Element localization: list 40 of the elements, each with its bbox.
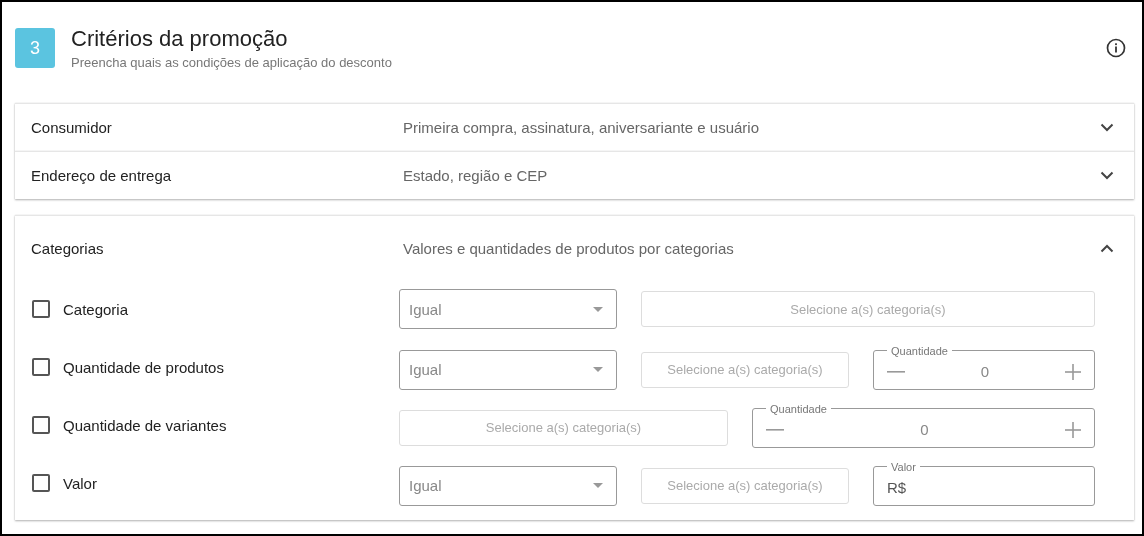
quantity-stepper[interactable]: Quantidade 0 <box>873 344 1095 390</box>
criterion-label: Valor <box>63 474 97 492</box>
quantity-value: 0 <box>979 363 991 380</box>
criterion-label: Categoria <box>63 300 129 318</box>
checkbox[interactable] <box>32 300 50 318</box>
panel-title[interactable]: Consumidor <box>31 119 403 136</box>
category-button[interactable]: Selecione a(s) categoria(s) <box>641 351 849 388</box>
quantity-stepper[interactable]: Quantidade 0 <box>752 402 1095 448</box>
category-button[interactable]: Selecione a(s) categoria(s) <box>641 291 1095 327</box>
caret-icon <box>593 367 603 372</box>
field-label: Quantidade <box>890 344 949 357</box>
currency-prefix: R$ <box>887 479 907 496</box>
panel-summary: Estado, região e CEP <box>403 167 549 184</box>
operator-select[interactable]: Igual <box>399 289 617 329</box>
panel-summary: Valores e quantidades de produtos por categorias <box>403 239 735 257</box>
caret-icon <box>593 483 603 488</box>
section-title: Critérios da promoção <box>71 26 289 52</box>
value-field[interactable]: Valor R$ <box>873 460 1095 506</box>
step-badge: 3 <box>15 28 55 68</box>
checkbox[interactable] <box>32 474 50 492</box>
checkbox[interactable] <box>32 358 50 376</box>
chevron-icon[interactable] <box>1100 171 1114 180</box>
panel-title[interactable]: Endereço de entrega <box>31 167 403 184</box>
caret-icon <box>593 306 603 312</box>
section-subtitle: Preencha quais as condições de aplicação do desconto <box>71 55 393 70</box>
chevron-icon[interactable] <box>1100 123 1114 132</box>
chevron-icon[interactable] <box>1100 243 1114 253</box>
field-label: Quantidade <box>769 402 828 415</box>
category-button[interactable]: Selecione a(s) categoria(s) <box>641 467 849 504</box>
info-icon[interactable] <box>1106 38 1126 58</box>
category-button[interactable]: Selecione a(s) categoria(s) <box>399 409 728 446</box>
operator-select[interactable]: Igual <box>399 349 617 390</box>
panel-summary: Primeira compra, assinatura, aniversariante e usuário <box>403 119 760 136</box>
operator-select[interactable]: Igual <box>399 465 617 506</box>
criterion-label: Quantidade de variantes <box>63 416 227 434</box>
checkbox[interactable] <box>32 416 50 434</box>
quantity-value: 0 <box>919 421 930 438</box>
field-label: Valor <box>890 460 917 473</box>
panel-title[interactable]: Categorias <box>31 239 403 257</box>
criterion-label: Quantidade de produtos <box>63 358 224 376</box>
